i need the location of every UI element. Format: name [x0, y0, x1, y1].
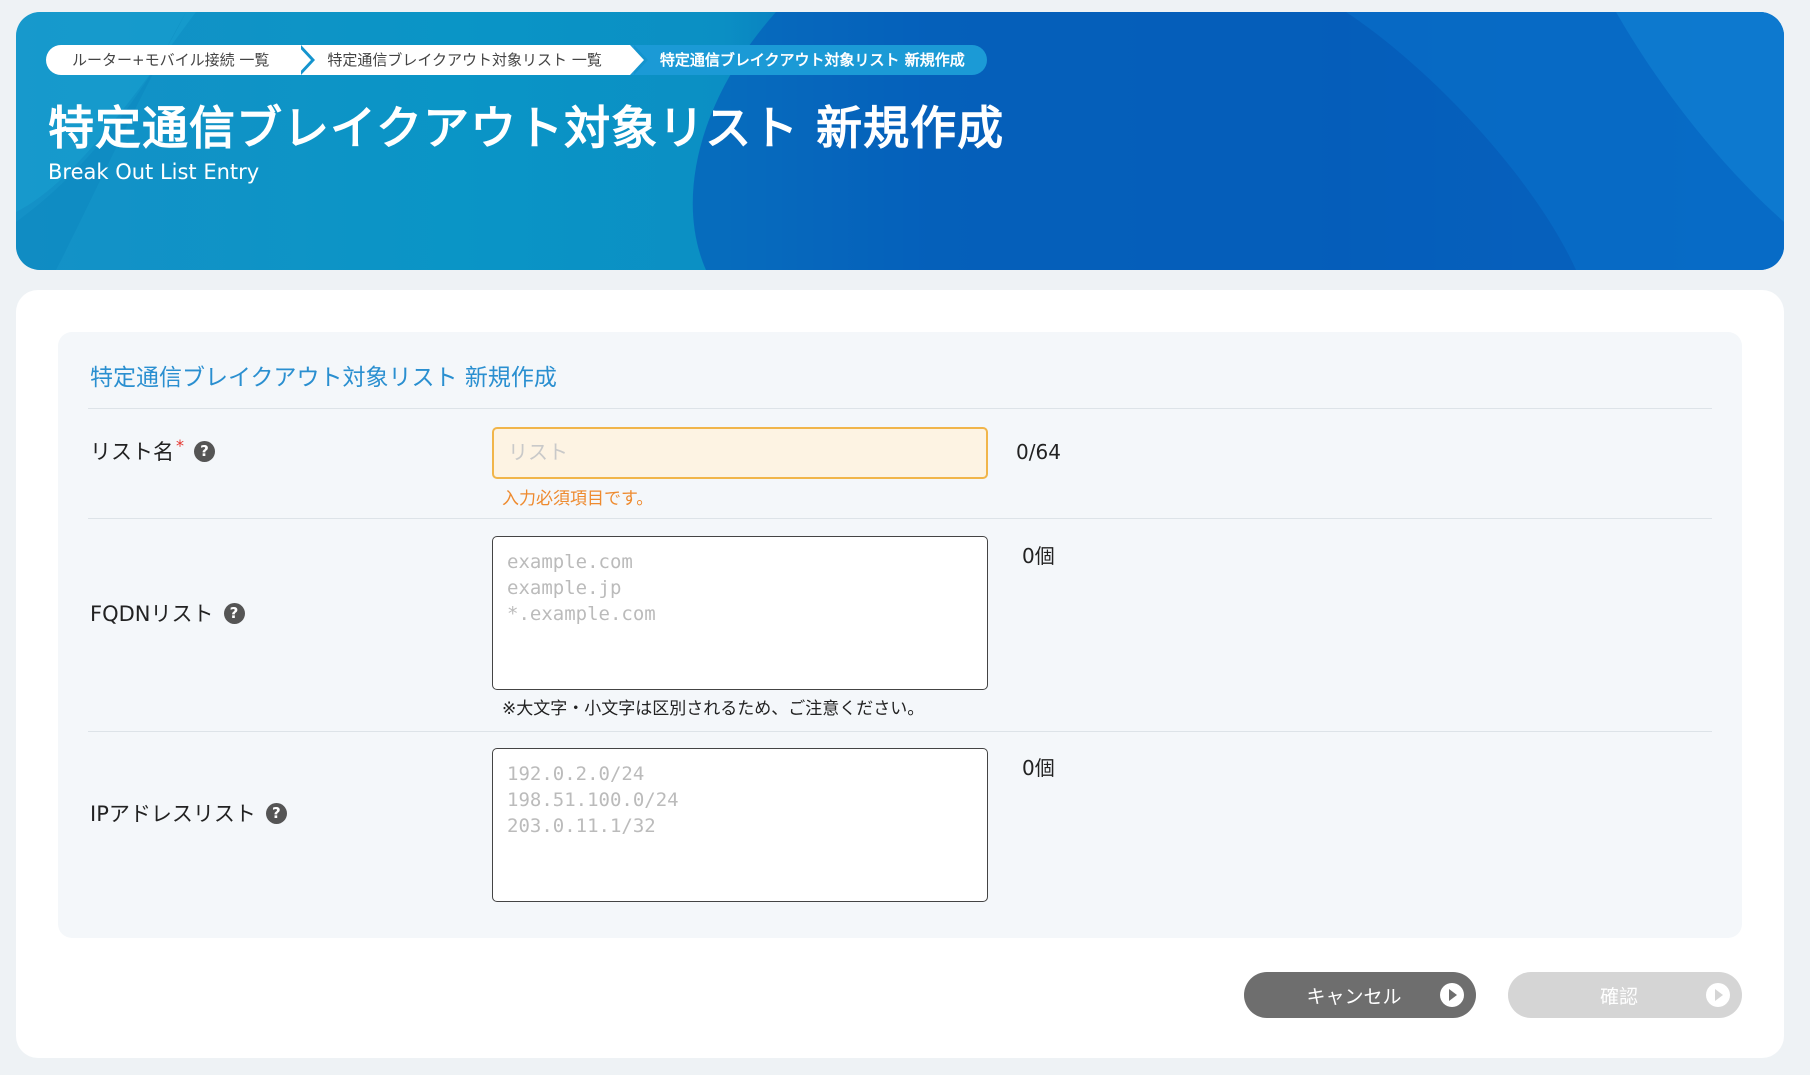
- fqdn-list-textarea[interactable]: [492, 536, 988, 690]
- ip-list-label-text: IPアドレスリスト: [90, 802, 256, 826]
- divider: [88, 731, 1712, 732]
- breadcrumb-label: 特定通信ブレイクアウト対象リスト 新規作成: [659, 51, 965, 69]
- form-section-title: 特定通信ブレイクアウト対象リスト 新規作成: [90, 365, 557, 391]
- form-card: 特定通信ブレイクアウト対象リスト 新規作成 リスト名 * ? 0/64 入力必須…: [16, 290, 1784, 1058]
- fqdn-list-counter: 0個: [1022, 544, 1055, 568]
- required-mark: *: [176, 435, 184, 455]
- page-header-banner: ルーター+モバイル接続 一覧 特定通信ブレイクアウト対象リスト 一覧 特定通信ブ…: [16, 12, 1784, 270]
- list-name-counter: 0/64: [1016, 440, 1061, 464]
- ip-list-textarea[interactable]: [492, 748, 988, 902]
- help-icon[interactable]: ?: [223, 602, 245, 624]
- confirm-button[interactable]: 確認: [1508, 972, 1742, 1018]
- breadcrumb-label: ルーター+モバイル接続 一覧: [72, 51, 270, 69]
- breadcrumb-item-breakout-list[interactable]: 特定通信ブレイクアウト対象リスト 一覧: [297, 45, 648, 75]
- ip-list-counter: 0個: [1022, 756, 1055, 780]
- play-arrow-icon: [1706, 983, 1730, 1007]
- cancel-button-label: キャンセル: [1306, 986, 1402, 1008]
- cancel-button[interactable]: キャンセル: [1244, 972, 1476, 1018]
- fqdn-case-note: ※大文字・小文字は区別されるため、ご注意ください。: [502, 699, 925, 719]
- ip-list-label: IPアドレスリスト ?: [90, 798, 287, 828]
- page-subtitle: Break Out List Entry: [48, 160, 260, 184]
- list-name-error: 入力必須項目です。: [502, 489, 654, 509]
- list-name-input[interactable]: [492, 427, 988, 479]
- fqdn-list-label: FQDNリスト ?: [90, 598, 245, 628]
- breadcrumb-label: 特定通信ブレイクアウト対象リスト 一覧: [327, 51, 602, 69]
- help-icon[interactable]: ?: [265, 802, 287, 824]
- divider: [88, 518, 1712, 519]
- confirm-button-label: 確認: [1599, 986, 1638, 1008]
- help-icon[interactable]: ?: [194, 440, 215, 462]
- divider: [88, 408, 1712, 409]
- fqdn-list-label-text: FQDNリスト: [90, 602, 214, 626]
- page-title: 特定通信ブレイクアウト対象リスト 新規作成: [48, 101, 1005, 155]
- play-arrow-icon: [1440, 983, 1464, 1007]
- list-name-label: リスト名 * ?: [90, 436, 215, 466]
- breadcrumb: ルーター+モバイル接続 一覧 特定通信ブレイクアウト対象リスト 一覧 特定通信ブ…: [46, 45, 987, 75]
- breadcrumb-item-router-list[interactable]: ルーター+モバイル接続 一覧: [46, 45, 316, 75]
- breadcrumb-item-current: 特定通信ブレイクアウト対象リスト 新規作成: [629, 45, 987, 75]
- form-panel: 特定通信ブレイクアウト対象リスト 新規作成 リスト名 * ? 0/64 入力必須…: [58, 332, 1742, 938]
- list-name-label-text: リスト名: [90, 440, 174, 464]
